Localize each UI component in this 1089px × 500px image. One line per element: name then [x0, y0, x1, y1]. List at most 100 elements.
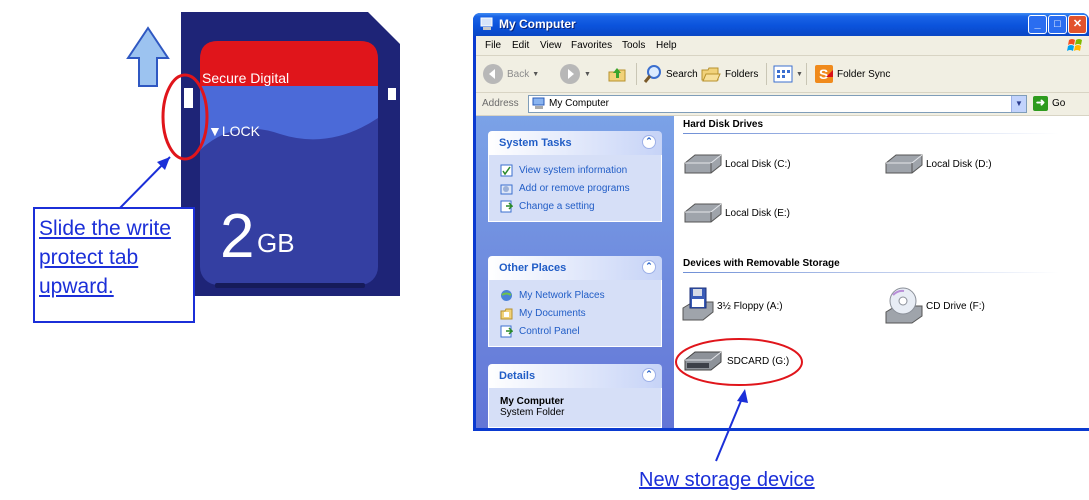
up-arrow-icon	[126, 26, 170, 87]
up-folder-icon	[608, 68, 626, 82]
menu-view[interactable]: View	[540, 40, 562, 51]
svg-text:S: S	[819, 66, 828, 82]
control-panel-icon	[500, 325, 513, 337]
forward-dropdown-icon[interactable]: ▼	[584, 71, 591, 78]
documents-folder-icon	[500, 308, 513, 319]
task-change-setting[interactable]: Change a setting	[489, 197, 661, 215]
minimize-button[interactable]: _	[1028, 15, 1047, 34]
instruction-callout: Slide the write protect tab upward.	[33, 207, 195, 323]
sd-card-capacity-unit: GB	[257, 228, 295, 258]
my-computer-icon	[480, 17, 493, 30]
sd-card-lock-text: ▼LOCK	[208, 123, 261, 139]
task-label: Add or remove programs	[519, 182, 630, 194]
menu-bar: File Edit View Favorites Tools Help	[476, 36, 1089, 56]
details-item-name: My Computer	[500, 396, 564, 407]
other-places-header[interactable]: Other Places ⌃	[488, 256, 662, 280]
address-input[interactable]: My Computer ▼	[528, 95, 1027, 113]
details-header[interactable]: Details ⌃	[488, 364, 662, 388]
task-label: View system information	[519, 164, 628, 176]
address-bar: Address My Computer ▼ ➜ Go	[476, 93, 1089, 116]
drive-floppy-a[interactable]: 3½ Floppy (A:)	[681, 286, 783, 326]
address-label: Address	[482, 98, 519, 109]
other-places-panel: Other Places ⌃ My Network Places My Docu…	[488, 256, 662, 347]
maximize-button[interactable]: □	[1048, 15, 1067, 34]
search-icon	[643, 65, 661, 83]
instruction-line-3: upward.	[39, 275, 114, 298]
place-label: My Documents	[519, 307, 586, 319]
hard-disk-icon	[885, 154, 923, 174]
menu-file[interactable]: File	[485, 40, 501, 51]
collapse-chevron-icon[interactable]: ⌃	[642, 260, 656, 274]
place-label: My Network Places	[519, 289, 605, 301]
tasks-pane: System Tasks ⌃ View system information A…	[476, 116, 674, 428]
my-computer-small-icon	[532, 97, 545, 109]
cd-drive-icon	[885, 287, 923, 324]
menu-help[interactable]: Help	[656, 40, 677, 51]
back-button[interactable]: Back ▼	[482, 62, 539, 86]
drive-label: 3½ Floppy (A:)	[717, 300, 783, 312]
system-tasks-title: System Tasks	[499, 137, 572, 149]
system-tasks-panel: System Tasks ⌃ View system information A…	[488, 131, 662, 222]
hard-disk-icon	[684, 203, 722, 223]
collapse-chevron-icon[interactable]: ⌃	[642, 368, 656, 382]
close-button[interactable]: ✕	[1068, 15, 1087, 34]
drive-label: CD Drive (F:)	[926, 300, 985, 312]
search-label: Search	[666, 68, 698, 80]
sd-card-brand-text: Secure Digital	[202, 70, 289, 86]
toolbar: Back ▼ ▼ Search Folders ▼ S Folder Sync	[476, 56, 1089, 93]
views-dropdown-icon[interactable]: ▼	[796, 71, 803, 78]
title-bar[interactable]: My Computer _ □ ✕	[473, 13, 1089, 36]
back-label: Back	[507, 68, 530, 80]
back-dropdown-icon[interactable]: ▼	[532, 71, 539, 78]
collapse-chevron-icon[interactable]: ⌃	[642, 135, 656, 149]
change-setting-icon	[500, 200, 513, 212]
system-info-icon	[500, 164, 513, 176]
details-panel: Details ⌃ My Computer System Folder	[488, 364, 662, 428]
task-view-system-info[interactable]: View system information	[489, 161, 661, 179]
forward-button[interactable]: ▼	[559, 62, 591, 86]
window-title: My Computer	[499, 17, 576, 31]
up-folder-button[interactable]	[607, 62, 627, 86]
folder-sync-button[interactable]: S Folder Sync	[814, 62, 890, 86]
sd-card-capacity-number: 2	[220, 202, 254, 271]
drive-cd-f[interactable]: CD Drive (F:)	[884, 286, 985, 326]
folders-label: Folders	[725, 68, 759, 80]
task-add-remove-programs[interactable]: Add or remove programs	[489, 179, 661, 197]
menu-tools[interactable]: Tools	[622, 40, 645, 51]
hard-disk-icon	[684, 154, 722, 174]
drive-label: Local Disk (E:)	[725, 207, 791, 219]
folders-button[interactable]: Folders	[700, 62, 758, 86]
place-control-panel[interactable]: Control Panel	[489, 322, 661, 340]
drive-local-disk-d[interactable]: Local Disk (D:)	[882, 151, 992, 177]
forward-arrow-icon	[560, 64, 580, 84]
removable-storage-heading: Devices with Removable Storage	[683, 258, 840, 269]
place-my-documents[interactable]: My Documents	[489, 304, 661, 322]
search-button[interactable]: Search	[643, 62, 698, 86]
address-dropdown-icon[interactable]: ▼	[1011, 96, 1026, 112]
folder-sync-icon: S	[815, 65, 833, 83]
views-icon	[773, 65, 793, 83]
views-button[interactable]: ▼	[773, 62, 803, 86]
floppy-drive-icon	[682, 287, 714, 321]
drive-sdcard-g[interactable]: SDCARD (G:)	[681, 348, 789, 374]
drive-local-disk-e[interactable]: Local Disk (E:)	[681, 200, 790, 226]
folder-sync-label: Folder Sync	[837, 68, 891, 80]
go-button[interactable]: ➜ Go	[1033, 96, 1065, 111]
menu-favorites[interactable]: Favorites	[571, 40, 612, 51]
drive-label: Local Disk (C:)	[725, 158, 791, 170]
other-places-title: Other Places	[499, 262, 567, 274]
windows-logo-icon	[1067, 39, 1082, 51]
place-label: Control Panel	[519, 325, 580, 337]
drive-label: SDCARD (G:)	[727, 355, 790, 367]
task-label: Change a setting	[519, 200, 595, 212]
go-label: Go	[1052, 98, 1066, 109]
system-tasks-header[interactable]: System Tasks ⌃	[488, 131, 662, 155]
new-storage-device-caption: New storage device	[639, 469, 815, 491]
content-area: Hard Disk Drives Local Disk (C:) Local D…	[674, 116, 1089, 428]
place-my-network-places[interactable]: My Network Places	[489, 286, 661, 304]
add-remove-programs-icon	[500, 184, 513, 194]
menu-edit[interactable]: Edit	[512, 40, 529, 51]
back-arrow-icon	[483, 64, 503, 84]
details-item-type: System Folder	[500, 407, 565, 418]
drive-local-disk-c[interactable]: Local Disk (C:)	[681, 151, 791, 177]
